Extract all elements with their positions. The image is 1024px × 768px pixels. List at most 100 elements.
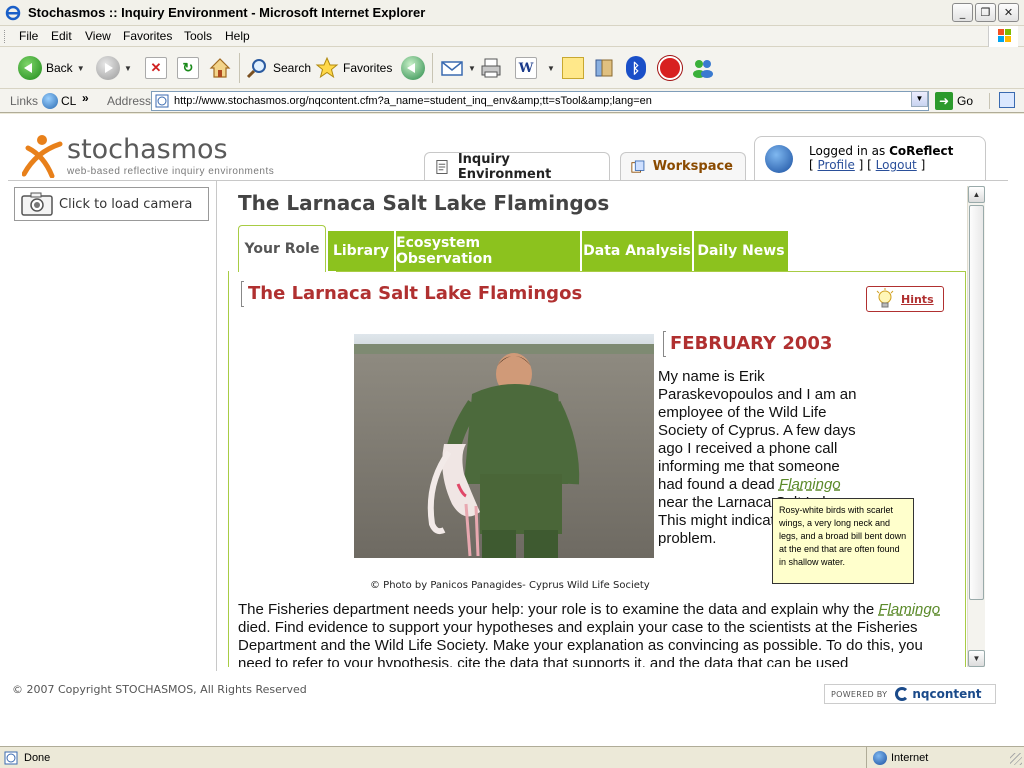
flamingo-photo	[354, 334, 654, 558]
powered-by-badge[interactable]: POWERED BY nqcontent	[824, 684, 996, 704]
favorites-label: Favorites	[343, 61, 393, 75]
stop-button[interactable]: ✕	[145, 53, 167, 83]
story-text-part1: My name is Erik Paraskevopoulos and I am…	[658, 368, 857, 493]
menu-grip	[4, 30, 7, 43]
main-content: The Larnaca Salt Lake Flamingos Your Rol…	[218, 181, 986, 667]
menu-tools[interactable]: Tools	[184, 29, 212, 43]
stochasmos-mark-icon	[22, 135, 63, 178]
tab-inquiry-environment[interactable]: Inquiry Environment	[424, 152, 610, 182]
mail-dropdown-icon[interactable]: ▼	[468, 64, 476, 73]
powered-by-label: POWERED BY	[831, 689, 888, 699]
discuss-button[interactable]	[562, 53, 584, 83]
title-bar: Stochasmos :: Inquiry Environment - Micr…	[0, 0, 1024, 26]
forward-button[interactable]: ▼	[96, 53, 132, 83]
window-title: Stochasmos :: Inquiry Environment - Micr…	[28, 5, 426, 20]
messenger-button[interactable]	[690, 53, 716, 83]
user-links: [ Profile ] [ Logout ]	[809, 158, 925, 172]
bluetooth-button[interactable]: ᛒ	[626, 53, 646, 83]
tab-ecosystem-observation[interactable]: Ecosystem Observation	[396, 231, 580, 271]
menu-help[interactable]: Help	[225, 29, 250, 43]
photo-caption: © Photo by Panicos Panagides- Cyprus Wil…	[370, 580, 650, 591]
tab-daily-news[interactable]: Daily News	[694, 231, 788, 271]
links-item[interactable]: CL	[61, 94, 76, 108]
menu-bar: File Edit View Favorites Tools Help	[0, 26, 1024, 47]
forward-arrow-icon	[96, 56, 120, 80]
inquiry-document-icon	[436, 159, 448, 174]
tab-workspace[interactable]: Workspace	[620, 152, 746, 180]
favorites-button[interactable]: Favorites	[315, 53, 392, 83]
menu-favorites[interactable]: Favorites	[123, 29, 172, 43]
edit-dropdown-icon[interactable]: ▼	[547, 64, 555, 73]
page-title: The Larnaca Salt Lake Flamingos	[238, 191, 610, 215]
back-button[interactable]: Back ▼	[18, 53, 85, 83]
links-label[interactable]: Links	[10, 94, 38, 108]
tab-your-role[interactable]: Your Role	[238, 225, 326, 272]
toolbar-extension-icon[interactable]	[999, 92, 1015, 108]
ie-logo-icon	[5, 5, 21, 21]
scroll-thumb[interactable]	[969, 205, 984, 600]
hints-button[interactable]: Hints	[866, 286, 944, 312]
home-button[interactable]	[208, 53, 232, 83]
print-button[interactable]	[479, 53, 503, 83]
forward-dropdown-icon[interactable]: ▼	[124, 64, 132, 73]
tab-data-analysis[interactable]: Data Analysis	[582, 231, 692, 271]
content-scrollbar[interactable]: ▲ ▼	[967, 186, 985, 667]
word-icon: W	[515, 57, 537, 79]
address-dropdown-icon[interactable]: ▼	[911, 91, 928, 107]
media-button[interactable]	[401, 53, 425, 83]
address-bar: Links CL » Address http://www.stochasmos…	[0, 89, 1024, 113]
scroll-down-button[interactable]: ▼	[968, 650, 985, 667]
history-icon	[401, 56, 425, 80]
menu-file[interactable]: File	[19, 29, 38, 43]
minimize-button[interactable]: _	[952, 3, 973, 22]
back-dropdown-icon[interactable]: ▼	[77, 64, 85, 73]
security-zone: Internet	[866, 747, 986, 768]
address-input[interactable]: http://www.stochasmos.org/nqcontent.cfm?…	[151, 91, 929, 111]
menu-edit[interactable]: Edit	[51, 29, 72, 43]
refresh-button[interactable]: ↻	[177, 53, 199, 83]
go-button[interactable]: ➜ Go	[935, 92, 973, 110]
load-camera-button[interactable]: Click to load camera	[14, 187, 209, 221]
powered-brand: nqcontent	[912, 687, 982, 701]
heading-bracket	[241, 281, 244, 307]
research-button[interactable]	[592, 53, 616, 83]
standard-toolbar: Back ▼ ▼ ✕ ↻ Search Favorites ▼ W ▼ ᛒ	[0, 47, 1024, 89]
refresh-icon: ↻	[177, 57, 199, 79]
mail-button[interactable]: ▼	[440, 53, 476, 83]
messenger-people-icon	[693, 60, 713, 78]
note-icon	[562, 57, 584, 79]
windows-logo	[988, 26, 1018, 47]
scroll-up-button[interactable]: ▲	[968, 186, 985, 203]
logged-in-line: Logged in as CoReflect	[809, 144, 953, 158]
logout-link[interactable]: Logout	[876, 158, 917, 172]
nqcontent-logo-icon	[895, 687, 910, 701]
tab-library[interactable]: Library	[328, 231, 394, 271]
profile-link[interactable]: Profile	[818, 158, 855, 172]
section-heading-text: The Larnaca Salt Lake Flamingos	[248, 283, 583, 304]
edit-button[interactable]: W ▼	[515, 53, 555, 83]
flamingo-glossary-link[interactable]: Flamingo	[779, 476, 841, 493]
flamingo-glossary-link-2[interactable]: Flamingo	[878, 601, 940, 618]
internet-zone-icon	[873, 751, 887, 765]
hints-label: Hints	[901, 292, 934, 306]
messenger-red-button[interactable]	[658, 53, 682, 83]
maximize-button[interactable]: ❐	[975, 3, 996, 22]
left-sidebar: Click to load camera	[8, 181, 217, 677]
page-done-icon	[4, 751, 18, 765]
back-label: Back	[46, 61, 73, 75]
resize-grip[interactable]	[1010, 753, 1022, 765]
menu-view[interactable]: View	[85, 29, 111, 43]
research-book-icon	[595, 59, 613, 77]
close-button[interactable]: ✕	[998, 3, 1019, 22]
toolbar-separator	[432, 53, 433, 83]
user-panel: Logged in as CoReflect [ Profile ] [ Log…	[754, 136, 986, 184]
back-arrow-icon	[18, 56, 42, 80]
links-chevron[interactable]: »	[82, 91, 89, 105]
address-label: Address	[107, 94, 152, 108]
search-button[interactable]: Search	[245, 53, 311, 83]
section-heading: The Larnaca Salt Lake Flamingos	[241, 281, 583, 307]
address-url: http://www.stochasmos.org/nqcontent.cfm?…	[174, 95, 652, 107]
logo-name: stochasmos	[67, 134, 228, 165]
role-text-part1: The Fisheries department needs your help…	[238, 601, 879, 618]
windows-flag-icon	[998, 29, 1011, 42]
